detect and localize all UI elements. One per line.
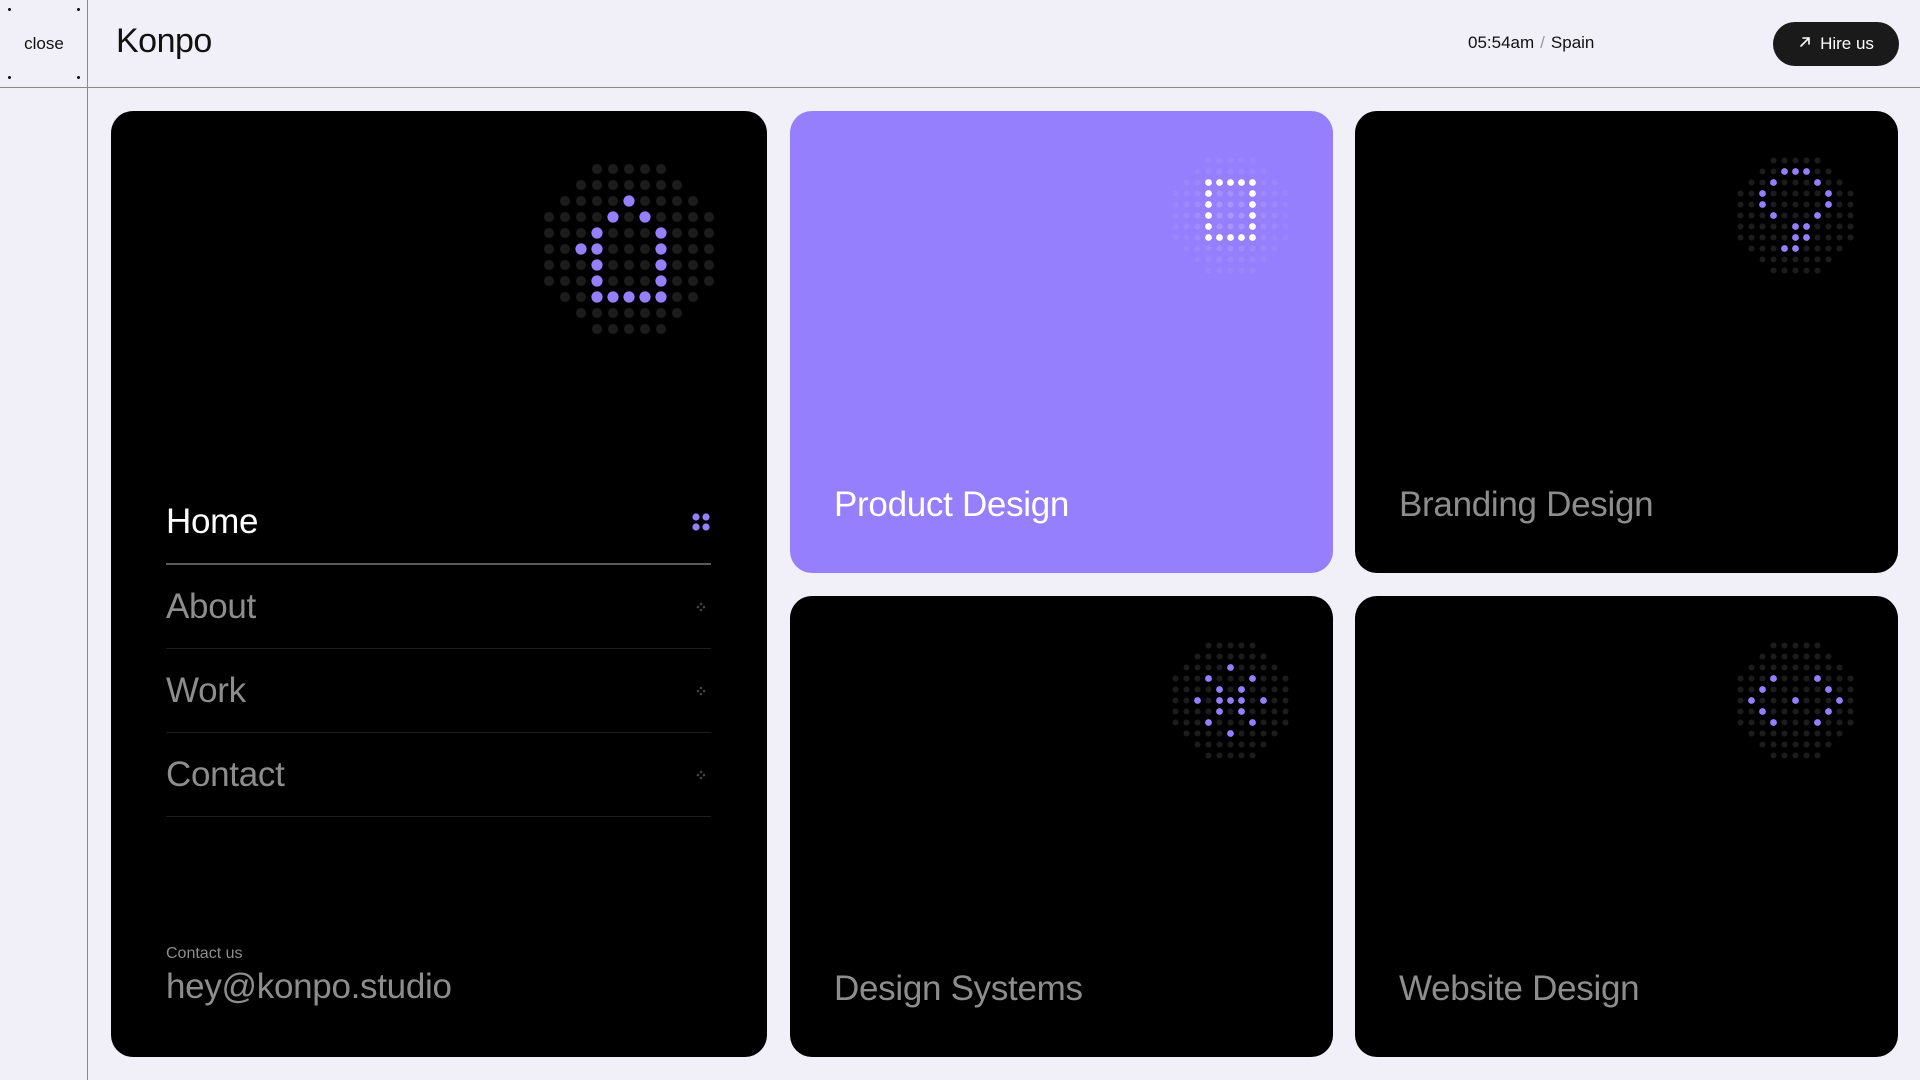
arrow-up-right-icon [1798,34,1812,54]
close-label: close [24,33,64,53]
nav-item-contact[interactable]: Contact [166,733,711,817]
hire-us-label: Hire us [1820,34,1874,53]
nav-menu: Home About Work Contact [166,481,711,817]
side-rail: close [0,0,88,1080]
location-text: Spain [1550,33,1595,52]
time-text: 05:54am [1468,33,1535,52]
corner-dot [77,8,80,11]
service-card-title: Website Design [1399,969,1640,1008]
service-card-title: Design Systems [834,969,1083,1008]
diamond-dots-icon [691,765,711,785]
service-card-product-design[interactable]: Product Design [790,111,1333,573]
dot-matrix-component-icon [1172,642,1289,759]
nav-item-label: Work [166,670,246,710]
service-card-design-systems[interactable]: Design Systems [790,596,1333,1057]
nav-item-about[interactable]: About [166,565,711,649]
dot-matrix-code-icon [1737,642,1854,759]
contact-email-link[interactable]: hey@konpo.studio [166,967,452,1007]
nav-item-home[interactable]: Home [166,481,711,565]
corner-dot [77,76,80,79]
dot-matrix-square-icon [1172,157,1289,274]
service-card-title: Branding Design [1399,485,1654,524]
navigation-card: Home About Work Contact Contact us hey@k… [111,111,767,1057]
service-card-branding-design[interactable]: Branding Design [1355,111,1898,573]
dot-matrix-badge-icon [1737,157,1854,274]
time-separator: / [1540,33,1545,52]
diamond-dots-icon [691,681,711,701]
local-time: 05:54am / Spain [1468,33,1594,53]
close-button[interactable]: close [0,0,88,88]
dot-matrix-home-icon [543,163,715,335]
diamond-dots-icon [691,597,711,617]
hire-us-button[interactable]: Hire us [1773,22,1899,66]
nav-item-label: About [166,586,256,626]
corner-dot [8,76,11,79]
nav-item-label: Home [166,502,259,541]
top-header: Konpo 05:54am / Spain Hire us [88,0,1920,88]
service-card-title: Product Design [834,485,1070,524]
four-dots-icon [691,512,711,532]
logo[interactable]: Konpo [116,22,212,61]
nav-item-work[interactable]: Work [166,649,711,733]
service-card-website-design[interactable]: Website Design [1355,596,1898,1057]
nav-item-label: Contact [166,754,285,794]
corner-dot [8,8,11,11]
contact-label: Contact us [166,945,243,962]
